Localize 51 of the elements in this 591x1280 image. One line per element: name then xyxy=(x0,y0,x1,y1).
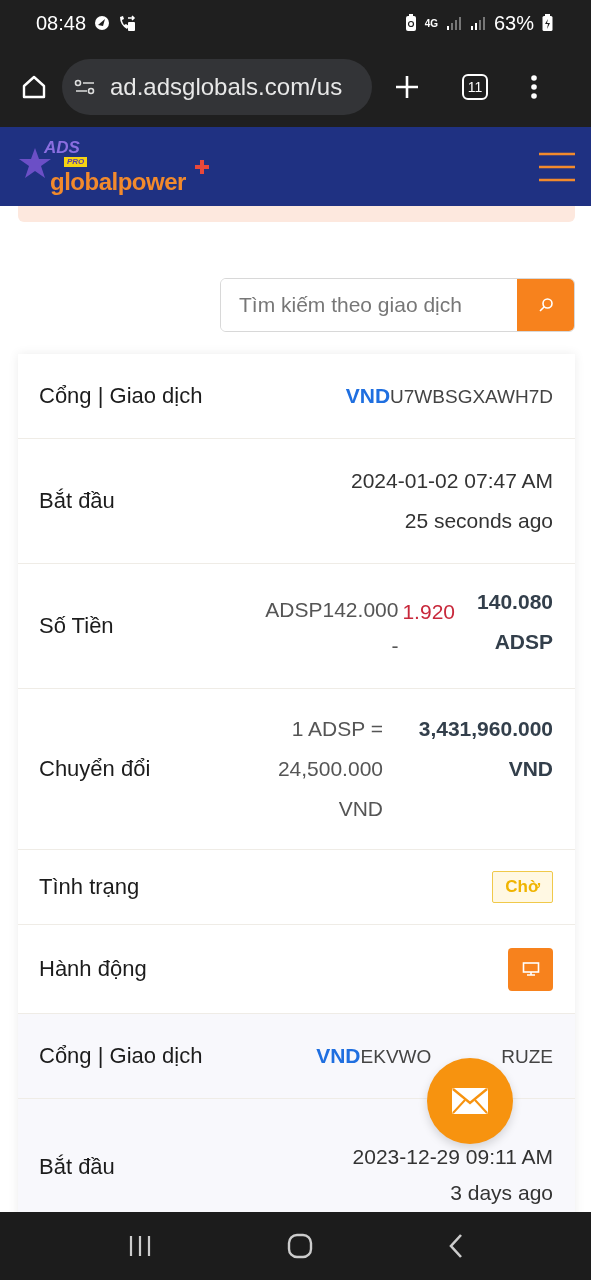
gross-amount: ADSP142.000 xyxy=(265,597,399,623)
converted-total: 3,431,960.000 VND xyxy=(417,716,553,782)
currency-code: VND xyxy=(345,384,391,408)
transaction-code: EKVWO xyxy=(360,1046,432,1068)
clock-time: 08:48 xyxy=(36,11,87,35)
address-bar[interactable]: ad.adsglobals.com/us xyxy=(62,58,372,115)
relative-time: 3 days ago xyxy=(450,1181,553,1205)
start-date: 2024-01-02 07:47 AM xyxy=(351,469,553,493)
field-label: Chuyển đổi xyxy=(39,756,151,782)
logo-text: ADS xyxy=(44,138,80,156)
field-label: Số Tiền xyxy=(39,613,114,639)
transaction-code: RUZE xyxy=(501,1046,553,1068)
transaction-code: U7WBSGXAWH7D xyxy=(390,386,553,408)
call-forward-icon xyxy=(118,14,137,32)
recent-apps-icon[interactable] xyxy=(127,1235,152,1257)
field-label: Cổng | Giao dịch xyxy=(39,1043,203,1069)
field-label: Tình trạng xyxy=(39,874,140,900)
notification-icon xyxy=(94,15,111,31)
search-icon xyxy=(537,297,554,313)
url-text: ad.adsglobals.com/us xyxy=(110,72,343,101)
signal-icon xyxy=(469,15,486,31)
field-label: Bắt đầu xyxy=(39,1154,115,1180)
mail-icon xyxy=(451,1087,489,1115)
back-icon[interactable] xyxy=(447,1233,464,1259)
currency-code: VND xyxy=(316,1044,361,1068)
net-amount: 140.080 ADSP xyxy=(476,589,553,655)
network-type: 4G xyxy=(424,17,438,29)
menu-icon[interactable] xyxy=(530,73,538,100)
signal-icon xyxy=(445,15,462,31)
view-button[interactable] xyxy=(508,947,553,991)
exchange-rate: 1 ADSP = 24,500.000 VND xyxy=(276,716,383,822)
status-badge: Chờ xyxy=(492,871,553,903)
monitor-icon xyxy=(521,961,540,977)
battery-level: 63% xyxy=(493,11,534,35)
battery-saver-icon xyxy=(404,14,417,32)
battery-icon xyxy=(542,14,553,32)
search-field[interactable]: Tìm kiếm theo giao dịch xyxy=(220,278,575,332)
new-tab-icon[interactable] xyxy=(394,73,420,100)
minus-sign: - xyxy=(391,634,399,658)
field-label: Cổng | Giao dịch xyxy=(39,383,203,409)
logo-text: globalpower xyxy=(50,169,186,194)
fee-amount: 1.920 xyxy=(402,600,455,624)
plus-icon xyxy=(194,158,210,175)
home-icon[interactable] xyxy=(286,1233,313,1259)
field-label: Bắt đầu xyxy=(39,488,115,514)
logo-badge: PRO xyxy=(64,156,88,167)
site-logo[interactable]: ADS PRO globalpower xyxy=(18,136,228,197)
relative-time: 25 seconds ago xyxy=(404,509,553,533)
tab-switcher-button[interactable]: 11 xyxy=(462,73,488,100)
start-date: 2023-12-29 09:11 AM xyxy=(352,1145,553,1169)
field-label: Hành động xyxy=(39,956,147,982)
